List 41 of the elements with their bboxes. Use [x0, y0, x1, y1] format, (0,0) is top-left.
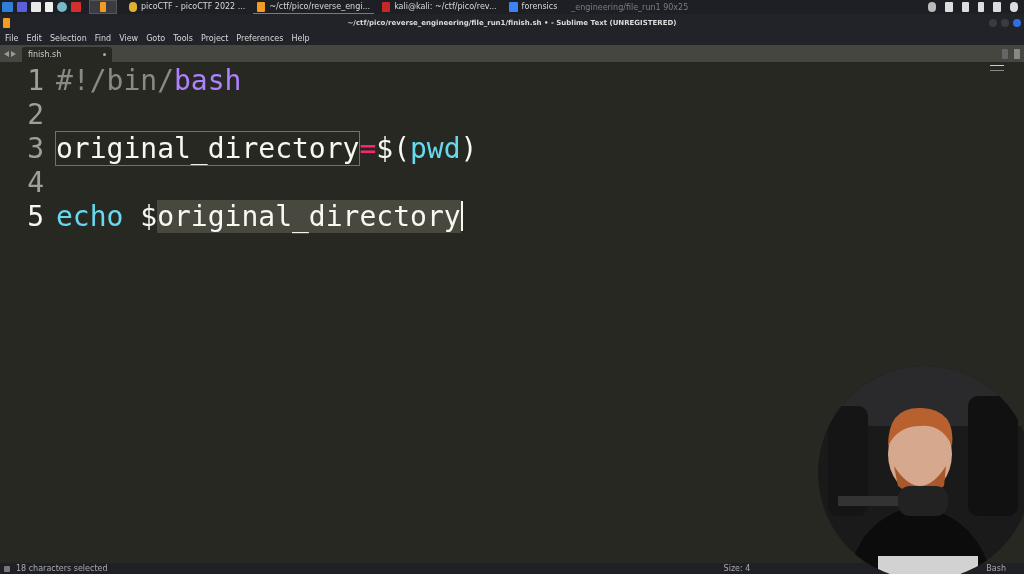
menu-item[interactable]: Tools [169, 33, 197, 43]
file-tab[interactable]: finish.sh [22, 47, 112, 62]
menu-item[interactable]: Help [287, 33, 314, 43]
menu-item[interactable]: View [115, 33, 143, 43]
tab-size-label[interactable]: Size: 4 [723, 564, 751, 573]
status-message: 18 characters selected [16, 564, 108, 573]
tooltip-text: _engineering/file_run1 90x25 [571, 2, 689, 12]
menu-item[interactable]: Preferences [232, 33, 288, 43]
taskbar-task[interactable]: picoCTF - picoCTF 2022 ... [125, 0, 250, 14]
syntax-label[interactable]: Bash [986, 564, 1006, 573]
code-token: bash [174, 63, 242, 97]
line-number: 5 [26, 199, 45, 233]
code-token: original_directory [56, 131, 360, 165]
code-token: ) [460, 131, 478, 165]
menu-item[interactable]: Selection [45, 33, 91, 43]
code-token: $( [376, 131, 410, 165]
code-token: original_directory [157, 199, 461, 233]
menu-item[interactable]: Find [90, 33, 116, 43]
line-number: 4 [26, 165, 45, 199]
menu-item[interactable]: Project [197, 33, 233, 43]
line-number: 2 [26, 97, 45, 131]
text-cursor [460, 201, 463, 231]
menu-item[interactable]: File [1, 33, 23, 43]
line-number: 1 [26, 63, 45, 97]
taskbar-task[interactable]: forensics [504, 0, 562, 14]
menu-item[interactable]: Goto [142, 33, 170, 43]
line-number: 3 [26, 131, 45, 165]
minimap-icon[interactable] [990, 65, 1004, 71]
code-token: pwd [410, 131, 461, 165]
tab-arrows-icon[interactable] [4, 50, 16, 57]
code-token: #!/bin/ [56, 63, 174, 97]
code-token: $ [139, 199, 158, 233]
taskbar-task[interactable]: kali@kali: ~/ctf/pico/rev... [378, 0, 501, 14]
close-button[interactable] [1013, 18, 1021, 27]
code-token: = [359, 131, 377, 165]
minimize-button[interactable] [989, 18, 997, 27]
code-editor[interactable]: 1 #!/bin/bash 2 3 original_directory=$(pwd) 4 5 echo $original_directory [0, 62, 1024, 563]
menu-item[interactable]: Edit [22, 33, 46, 43]
maximize-button[interactable] [1001, 18, 1009, 27]
editor-launcher[interactable] [89, 0, 117, 14]
code-token: echo [56, 199, 124, 233]
